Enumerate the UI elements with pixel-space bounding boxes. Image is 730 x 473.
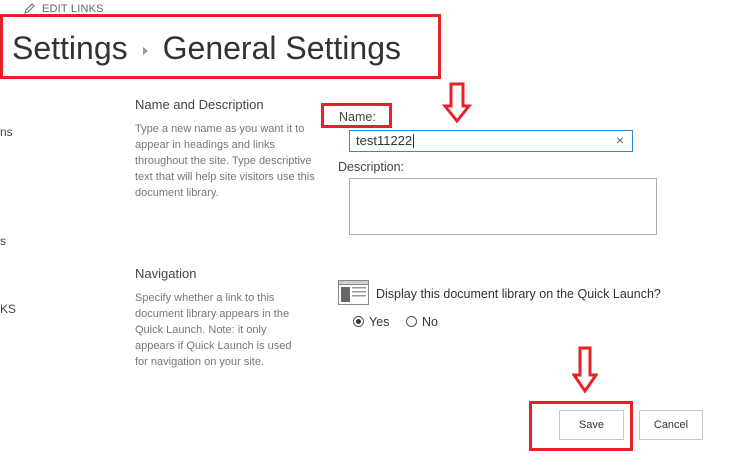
left-nav-item[interactable]: ns — [0, 125, 13, 139]
name-description-help: Type a new name as you want it to appear… — [135, 123, 315, 199]
radio-yes-button[interactable] — [353, 316, 364, 327]
quick-launch-icon — [338, 280, 369, 305]
clear-icon[interactable]: × — [616, 132, 624, 148]
cancel-button[interactable]: Cancel — [639, 410, 703, 440]
left-nav-item[interactable]: KS — [0, 302, 16, 316]
annotation-box-save — [529, 401, 633, 451]
radio-no-button[interactable] — [406, 316, 417, 327]
edit-links-label: EDIT LINKS — [42, 3, 104, 14]
annotation-box-title — [0, 14, 441, 79]
name-input-value: test11222 — [356, 133, 415, 148]
radio-no-label[interactable]: No — [422, 315, 438, 329]
arrow-down-icon — [442, 82, 472, 124]
navigation-help: Specify whether a link to this document … — [135, 292, 292, 368]
name-input[interactable]: test11222 × — [349, 130, 633, 152]
radio-yes-label[interactable]: Yes — [369, 315, 389, 329]
left-nav-item[interactable]: s — [0, 234, 6, 248]
navigation-title: Navigation — [135, 266, 197, 281]
description-label: Description: — [338, 160, 404, 174]
quick-launch-question: Display this document library on the Qui… — [376, 287, 661, 301]
arrow-down-icon — [572, 346, 598, 394]
pencil-icon — [24, 3, 35, 14]
name-description-title: Name and Description — [135, 97, 264, 112]
description-textarea[interactable] — [349, 178, 657, 235]
edit-links[interactable]: EDIT LINKS — [24, 2, 104, 14]
annotation-box-name-label — [321, 103, 392, 128]
